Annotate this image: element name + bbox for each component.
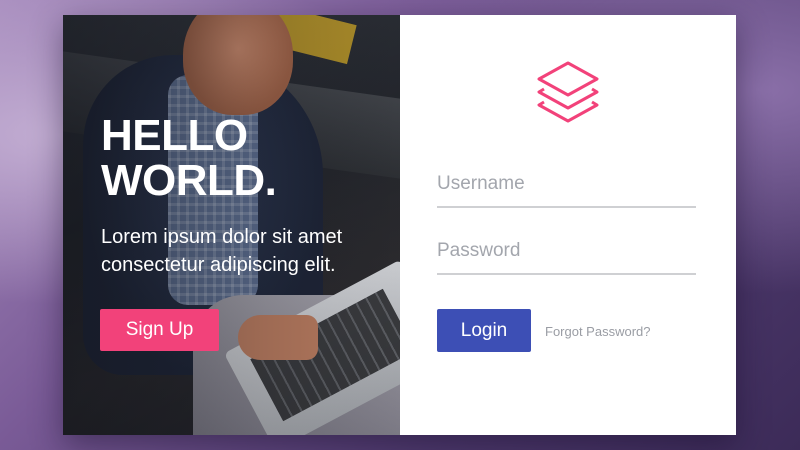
sign-up-button[interactable]: Sign Up (100, 309, 219, 351)
password-input[interactable] (437, 235, 696, 275)
forgot-password-link[interactable]: Forgot Password? (545, 324, 651, 339)
headline-line-2: WORLD. (101, 156, 277, 205)
subtitle-line-2: consectetur adipiscing elit. (101, 254, 336, 276)
hero-text: HELLO WORLD. Lorem ipsum dolor sit amet … (101, 113, 391, 279)
login-form-panel: Login Forgot Password? (400, 15, 736, 435)
hero-photo-panel: HELLO WORLD. Lorem ipsum dolor sit amet … (63, 15, 400, 435)
layers-stack-icon (536, 60, 600, 130)
subtitle-line-1: Lorem ipsum dolor sit amet (101, 226, 343, 248)
username-input[interactable] (437, 168, 696, 208)
login-card: HELLO WORLD. Lorem ipsum dolor sit amet … (63, 15, 736, 435)
hero-headline: HELLO WORLD. (101, 113, 391, 203)
hero-subtitle: Lorem ipsum dolor sit amet consectetur a… (101, 223, 391, 279)
headline-line-1: HELLO (101, 111, 248, 160)
login-button[interactable]: Login (437, 309, 531, 352)
